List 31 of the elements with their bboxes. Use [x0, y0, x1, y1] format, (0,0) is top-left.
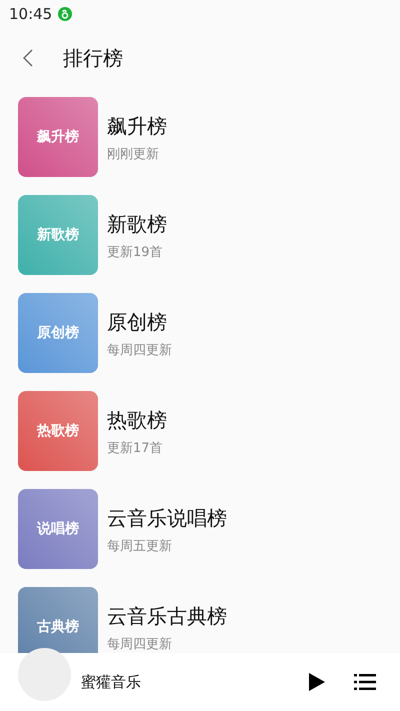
- update-info: 每周四更新: [107, 636, 173, 653]
- update-info: 更新17首: [107, 440, 164, 457]
- chart-name: 云音乐古典榜: [107, 603, 227, 630]
- chart-cover: 飙升榜: [18, 97, 98, 177]
- chart-list-item[interactable]: 原创榜 原创榜 每周四更新: [18, 293, 400, 373]
- chart-name: 云音乐说唱榜: [107, 505, 227, 532]
- chart-name: 热歌榜: [107, 407, 167, 434]
- playlist-icon[interactable]: [354, 674, 376, 690]
- chart-list-item[interactable]: 说唱榜 云音乐说唱榜 每周五更新: [18, 489, 400, 569]
- chart-cover: 古典榜: [18, 587, 98, 653]
- chart-cover: 原创榜: [18, 293, 98, 373]
- update-info: 每周五更新: [107, 538, 173, 555]
- chart-cover: 新歌榜: [18, 195, 98, 275]
- back-icon[interactable]: [22, 48, 34, 68]
- page-title: 排行榜: [63, 44, 123, 72]
- chart-list-item[interactable]: 古典榜 云音乐古典榜 每周四更新: [18, 587, 400, 653]
- song-title: 蜜獾音乐: [81, 672, 142, 692]
- update-info: 更新19首: [107, 244, 164, 261]
- chart-name: 飙升榜: [107, 113, 167, 140]
- chart-cover: 说唱榜: [18, 489, 98, 569]
- update-info: 每周四更新: [107, 342, 172, 359]
- chart-cover: 热歌榜: [18, 391, 98, 471]
- chart-list-item[interactable]: 热歌榜 热歌榜 更新17首: [18, 391, 400, 471]
- chart-list-item[interactable]: 新歌榜 新歌榜 更新19首: [18, 195, 400, 275]
- update-info: 刚刚更新: [107, 146, 160, 163]
- chart-name: 新歌榜: [107, 211, 167, 238]
- status-time: 10:45: [9, 5, 52, 23]
- chart-list-item[interactable]: 飙升榜 飙升榜 刚刚更新: [18, 97, 400, 177]
- play-icon[interactable]: [308, 672, 326, 692]
- chart-name: 原创榜: [107, 309, 168, 336]
- notification-icon: [58, 7, 72, 21]
